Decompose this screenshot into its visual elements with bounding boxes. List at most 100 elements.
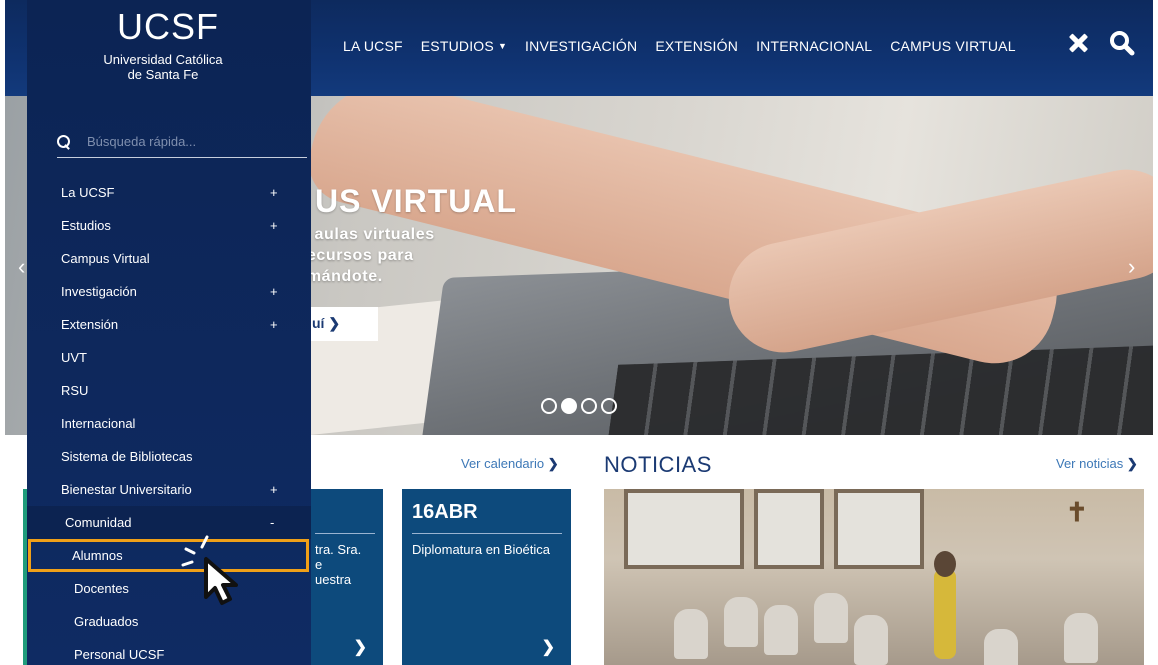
student-figure xyxy=(674,609,708,659)
search-icon xyxy=(57,134,71,149)
logo-subtitle-line: de Santa Fe xyxy=(127,67,199,82)
quick-search xyxy=(57,126,307,158)
event-card[interactable]: 16ABR Diplomatura en Bioética ❯ xyxy=(402,489,571,665)
sidebar-item-label: UVT xyxy=(61,350,87,365)
ver-calendario-link[interactable]: Ver calendario ❯ xyxy=(461,456,559,472)
sidebar-item-label: Internacional xyxy=(61,416,136,431)
sidebar-menu-list: La UCSF + Estudios + Campus Virtual Invest… xyxy=(27,176,311,665)
quick-search-input[interactable] xyxy=(87,134,287,149)
student-figure xyxy=(814,593,848,643)
nav-estudios-label: ESTUDIOS xyxy=(420,38,494,54)
sidebar-subitem-graduados[interactable]: Graduados xyxy=(27,605,311,638)
teacher-figure xyxy=(934,569,956,659)
carousel-dot[interactable] xyxy=(541,398,557,414)
sidebar-subitem-label: Docentes xyxy=(74,581,129,596)
sidebar-item-label: Comunidad xyxy=(65,515,132,530)
expand-icon[interactable]: + xyxy=(270,482,278,497)
event-divider xyxy=(412,533,562,534)
hero-subtitle-line: rmándote. xyxy=(300,268,383,285)
sidebar-item-label: Sistema de Bibliotecas xyxy=(61,449,193,464)
carousel-prev-icon[interactable]: ‹ xyxy=(18,254,25,280)
hero-cta-label: uí xyxy=(312,315,325,331)
carousel-dot[interactable] xyxy=(581,398,597,414)
hero-subtitle: s aulas virtuales recursos para rmándote… xyxy=(300,224,490,287)
student-figure xyxy=(1064,613,1098,663)
student-figure xyxy=(724,597,758,647)
sidebar-subitem-docentes[interactable]: Docentes xyxy=(27,572,311,605)
student-figure xyxy=(764,605,798,655)
news-heading: NOTICIAS xyxy=(604,452,712,477)
chevron-right-icon[interactable]: ❯ xyxy=(354,637,367,657)
nav-extension[interactable]: EXTENSIÓN xyxy=(655,38,738,54)
expand-icon[interactable]: + xyxy=(270,185,278,200)
nav-internacional[interactable]: INTERNACIONAL xyxy=(756,38,872,54)
logo-title[interactable]: UCSF xyxy=(117,6,219,48)
nav-la-ucsf[interactable]: LA UCSF xyxy=(343,38,403,54)
header-icons xyxy=(1067,30,1135,56)
expand-icon[interactable]: + xyxy=(270,317,278,332)
nav-estudios[interactable]: ESTUDIOS ▼ xyxy=(421,38,507,54)
close-icon[interactable] xyxy=(1067,32,1089,54)
sidebar-item-extension[interactable]: Extensión + xyxy=(27,308,311,341)
top-navigation: LA UCSF ESTUDIOS ▼ INVESTIGACIÓN EXTENSIÓ… xyxy=(343,38,1016,54)
sidebar-item-campus-virtual[interactable]: Campus Virtual xyxy=(27,242,311,275)
expand-icon[interactable]: + xyxy=(270,284,278,299)
nav-campus-virtual[interactable]: CAMPUS VIRTUAL xyxy=(890,38,1015,54)
event-title: Diplomatura en Bioética xyxy=(412,542,551,557)
ver-noticias-label: Ver noticias xyxy=(1056,456,1124,471)
sidebar-item-bienestar[interactable]: Bienestar Universitario + xyxy=(27,473,311,506)
sidebar-item-investigacion[interactable]: Investigación + xyxy=(27,275,311,308)
carousel-next-icon[interactable]: › xyxy=(1128,254,1135,280)
sidebar-item-estudios[interactable]: Estudios + xyxy=(27,209,311,242)
carousel-dot[interactable] xyxy=(601,398,617,414)
ver-noticias-link[interactable]: Ver noticias ❯ xyxy=(1056,456,1138,472)
logo-subtitle-line: Universidad Católica xyxy=(103,52,223,67)
sidebar-item-label: Investigación xyxy=(61,284,137,299)
cross-icon: ✝ xyxy=(1066,497,1088,527)
sidebar-subitem-alumnos[interactable]: Alumnos xyxy=(28,539,309,572)
sidebar-item-uvt[interactable]: UVT xyxy=(27,341,311,374)
sidebar-subitem-label: Personal UCSF xyxy=(74,647,165,662)
news-photo[interactable]: ✝ xyxy=(604,489,1144,665)
sidebar-subitem-personal[interactable]: Personal UCSF xyxy=(27,638,311,665)
sidebar-item-la-ucsf[interactable]: La UCSF + xyxy=(27,176,311,209)
window-decor xyxy=(624,489,744,569)
nav-investigacion[interactable]: INVESTIGACIÓN xyxy=(525,38,637,54)
sidebar-subitem-label: Graduados xyxy=(74,614,139,629)
chevron-right-icon: ❯ xyxy=(1126,456,1138,471)
sidebar-item-label: Estudios xyxy=(61,218,111,233)
hero-subtitle-line: s aulas virtuales xyxy=(300,226,435,243)
sidebar-item-label: Extensión xyxy=(61,317,119,332)
event-text-line: tra. Sra. xyxy=(315,542,362,557)
hero-cta-button[interactable]: uí ❯ xyxy=(300,307,378,341)
sidebar-item-label: Campus Virtual xyxy=(61,251,150,266)
sidebar-item-label: Bienestar Universitario xyxy=(61,482,192,497)
hero-title: US VIRTUAL xyxy=(315,183,517,219)
sidebar-item-bibliotecas[interactable]: Sistema de Bibliotecas xyxy=(27,440,311,473)
chevron-right-icon[interactable]: ❯ xyxy=(542,637,555,657)
sidebar-item-label: RSU xyxy=(61,383,89,398)
ver-calendario-label: Ver calendario xyxy=(461,456,545,471)
sidebar-menu: UCSF Universidad Católica de Santa Fe La… xyxy=(27,0,311,665)
carousel-dots xyxy=(541,398,617,414)
carousel-dot-active[interactable] xyxy=(561,398,577,414)
event-divider xyxy=(315,533,375,534)
chevron-right-icon: ❯ xyxy=(328,315,341,331)
expand-icon[interactable]: + xyxy=(270,218,278,233)
sidebar-item-rsu[interactable]: RSU xyxy=(27,374,311,407)
teacher-head xyxy=(934,551,956,577)
sidebar-subitem-label: Alumnos xyxy=(72,548,123,563)
search-icon[interactable] xyxy=(1109,30,1135,56)
event-text-line: uestra xyxy=(315,572,352,587)
sidebar-item-comunidad[interactable]: Comunidad - xyxy=(27,506,311,539)
window-decor xyxy=(834,489,924,569)
event-text: tra. Sra. e uestra xyxy=(315,542,385,587)
student-figure xyxy=(854,615,888,665)
mouse-pointer-icon xyxy=(181,535,238,605)
event-date: 16ABR xyxy=(412,501,478,523)
student-figure xyxy=(984,629,1018,665)
event-text-line: e xyxy=(315,557,323,572)
collapse-icon[interactable]: - xyxy=(270,515,274,530)
sidebar-item-internacional[interactable]: Internacional xyxy=(27,407,311,440)
chevron-right-icon: ❯ xyxy=(547,456,559,471)
